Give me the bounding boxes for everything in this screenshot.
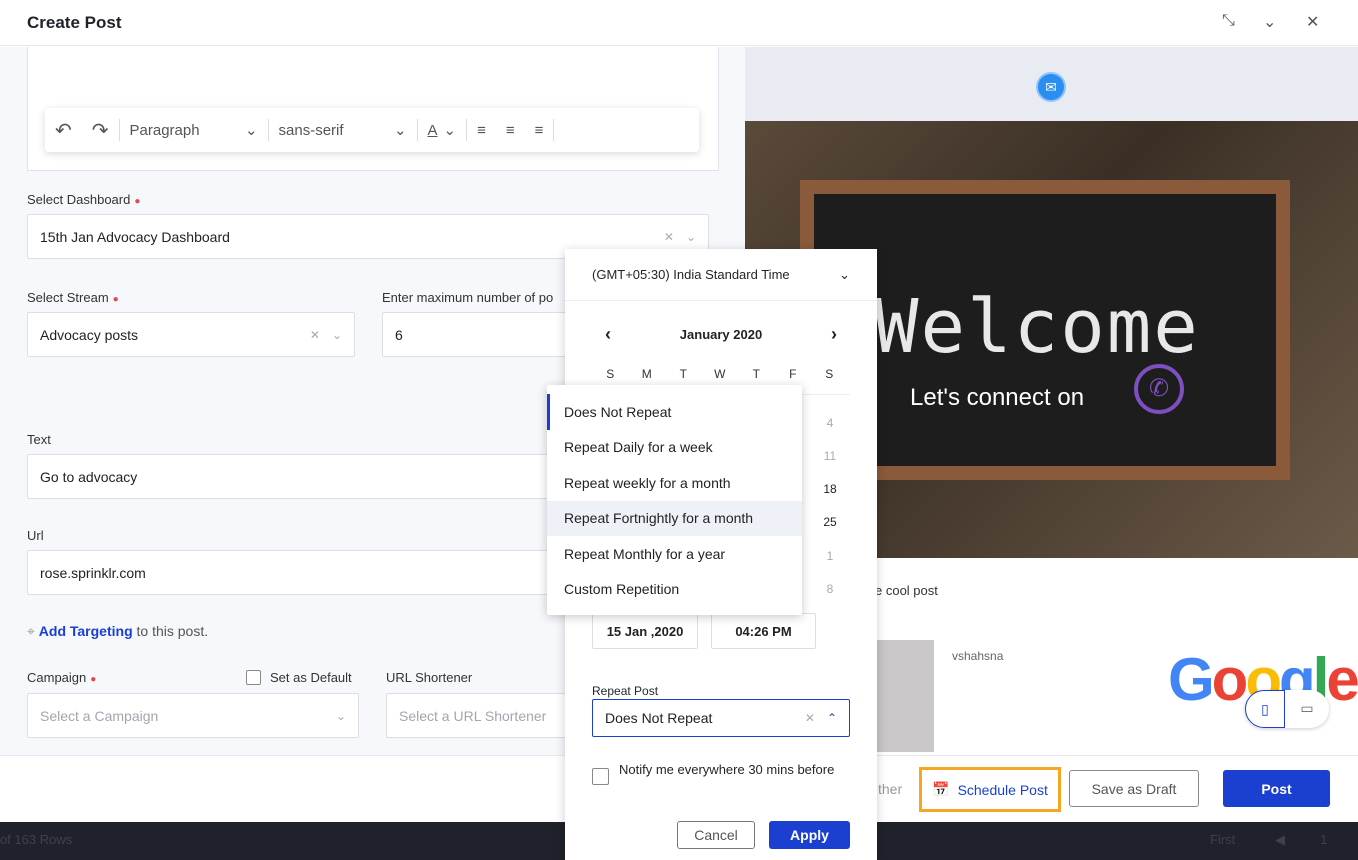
paragraph-label: Paragraph [129, 121, 200, 139]
repeat-option[interactable]: Repeat Daily for a week [547, 430, 802, 466]
font-label: sans-serif [278, 121, 344, 139]
calendar-day[interactable]: 25 [815, 515, 845, 529]
campaign-label: Campaign ● [27, 670, 97, 685]
clear-icon: ✕ [804, 711, 815, 725]
campaign-select[interactable]: Select a Campaign ⌄ [27, 693, 359, 738]
redo-icon[interactable]: ↷ [82, 118, 119, 143]
text-label: Text [27, 432, 51, 447]
stream-label: Select Stream ● [27, 290, 119, 305]
calendar-day[interactable]: 11 [815, 449, 845, 463]
schedule-post-button[interactable]: 📅 Schedule Post [919, 767, 1061, 812]
paragraph-select[interactable]: Paragraph ⌄ [120, 121, 268, 140]
chevron-down-icon: ⌄ [331, 327, 342, 342]
close-icon[interactable]: ✕ [1306, 12, 1319, 32]
viber-icon: ✆ [1134, 364, 1184, 414]
next-month-icon[interactable]: › [831, 324, 837, 345]
chevron-down-icon: ⌄ [393, 122, 407, 139]
time-input[interactable]: 04:26 PM [711, 613, 816, 649]
prev-month-icon[interactable]: ‹ [605, 324, 611, 345]
weekday-header: SMTWTFS [606, 367, 834, 381]
save-draft-button[interactable]: Save as Draft [1069, 770, 1199, 807]
repeat-select[interactable]: Does Not Repeat ✕ ⌃ [592, 699, 850, 737]
welcome-text: Welcome [874, 284, 1200, 370]
target-icon: ⌖ [27, 623, 35, 639]
chevron-down-icon: ⌄ [685, 229, 696, 244]
chevron-down-icon: ⌄ [244, 122, 258, 139]
repeat-option[interactable]: Does Not Repeat [547, 394, 802, 430]
chevron-down-icon[interactable]: ⌄ [1263, 12, 1276, 32]
add-targeting-link[interactable]: Add Targeting [39, 623, 133, 639]
checkbox[interactable] [592, 768, 609, 785]
calendar-day[interactable]: 1 [815, 549, 845, 563]
editor-toolbar: ↶ ↷ Paragraph ⌄ sans-serif ⌄ A ⌄ ≡ ≡ ≡ [45, 108, 699, 152]
repeat-option[interactable]: Repeat Monthly for a year [547, 536, 802, 572]
month-label: January 2020 [679, 326, 763, 342]
mobile-icon[interactable]: ▯ [1245, 690, 1285, 728]
chevron-down-icon: ⌄ [335, 708, 346, 723]
text-color-icon[interactable]: A ⌄ [418, 121, 467, 140]
preview-username: vshahsna [952, 649, 1004, 663]
align-center-icon[interactable]: ≡ [496, 122, 525, 139]
email-icon: ✉ [1036, 72, 1066, 102]
timezone-select[interactable]: (GMT+05:30) India Standard Time ⌄ [565, 249, 877, 301]
other-text: ther [878, 781, 903, 797]
calendar-icon: 📅 [932, 781, 950, 797]
chevron-down-icon: ⌄ [839, 266, 850, 282]
url-label: Url [27, 528, 44, 543]
set-default-checkbox[interactable]: Set as Default [246, 670, 352, 685]
shortener-label: URL Shortener [386, 670, 473, 685]
minimize-icon[interactable]: ⤡ [1222, 12, 1235, 30]
page-number[interactable]: 1 [1320, 832, 1327, 847]
repeat-option[interactable]: Repeat weekly for a month [547, 465, 802, 501]
align-left-icon[interactable]: ≡ [467, 122, 496, 139]
calendar-day[interactable]: 18 [815, 482, 845, 496]
calendar-day[interactable]: 4 [815, 416, 845, 430]
date-input[interactable]: 15 Jan ,2020 [592, 613, 698, 649]
notify-checkbox[interactable]: Notify me everywhere 30 mins before [592, 760, 842, 785]
stream-select[interactable]: Advocacy posts ✕ ⌄ [27, 312, 355, 357]
month-nav: ‹ January 2020 › [565, 301, 877, 367]
device-toggle: ▯ ▭ [1245, 690, 1329, 728]
clear-icon: ✕ [663, 229, 674, 244]
undo-icon[interactable]: ↶ [45, 118, 82, 143]
post-button[interactable]: Post [1223, 770, 1330, 807]
preview-header: ✉ [745, 47, 1358, 121]
cancel-button[interactable]: Cancel [677, 821, 755, 849]
chevron-up-icon: ⌃ [826, 711, 837, 725]
repeat-option[interactable]: Custom Repetition [547, 572, 802, 608]
desktop-icon[interactable]: ▭ [1285, 690, 1329, 728]
dialog-title: Create Post [27, 13, 122, 32]
targeting-suffix: to this post. [136, 623, 209, 639]
preview-photo [875, 640, 934, 752]
first-page-button[interactable]: First [1210, 832, 1235, 847]
shortener-select[interactable]: Select a URL Shortener [386, 693, 586, 738]
apply-button[interactable]: Apply [769, 821, 850, 849]
max-posts-label: Enter maximum number of po [382, 290, 554, 305]
url-input[interactable]: rose.sprinklr.com [27, 550, 587, 595]
row-count: of 163 Rows [0, 832, 73, 847]
dashboard-label: Select Dashboard ● [27, 192, 141, 207]
targeting-row: ⌖ Add Targeting to this post. [27, 623, 208, 640]
dialog-header: Create Post ⤡ ⌄ ✕ [0, 0, 1358, 46]
max-posts-input[interactable]: 6 [382, 312, 582, 357]
calendar-day[interactable]: 8 [815, 582, 845, 596]
repeat-option[interactable]: Repeat Fortnightly for a month [547, 500, 802, 536]
prev-page-icon[interactable]: ◀ [1275, 832, 1285, 848]
connect-text: Let's connect on [910, 384, 1085, 411]
preview-caption: e cool post [875, 583, 938, 598]
align-right-icon[interactable]: ≡ [525, 122, 554, 139]
clear-icon: ✕ [309, 327, 320, 342]
font-select[interactable]: sans-serif ⌄ [269, 121, 417, 140]
text-input[interactable]: Go to advocacy [27, 454, 587, 499]
repeat-dropdown-menu: Does Not Repeat Repeat Daily for a week … [547, 385, 802, 615]
repeat-label: Repeat Post [592, 684, 659, 698]
checkbox[interactable] [246, 670, 261, 685]
